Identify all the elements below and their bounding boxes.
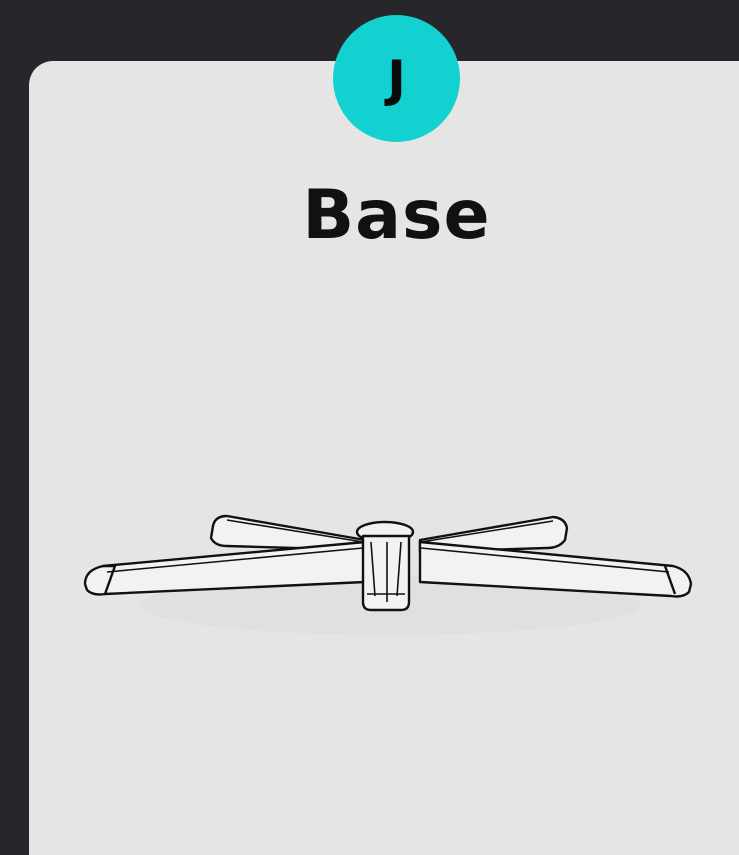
step-title: Base	[302, 176, 491, 255]
step-letter-badge: J	[333, 15, 460, 142]
step-letter: J	[387, 49, 406, 108]
page: J Base	[0, 0, 739, 855]
chair-base-icon	[83, 514, 693, 635]
